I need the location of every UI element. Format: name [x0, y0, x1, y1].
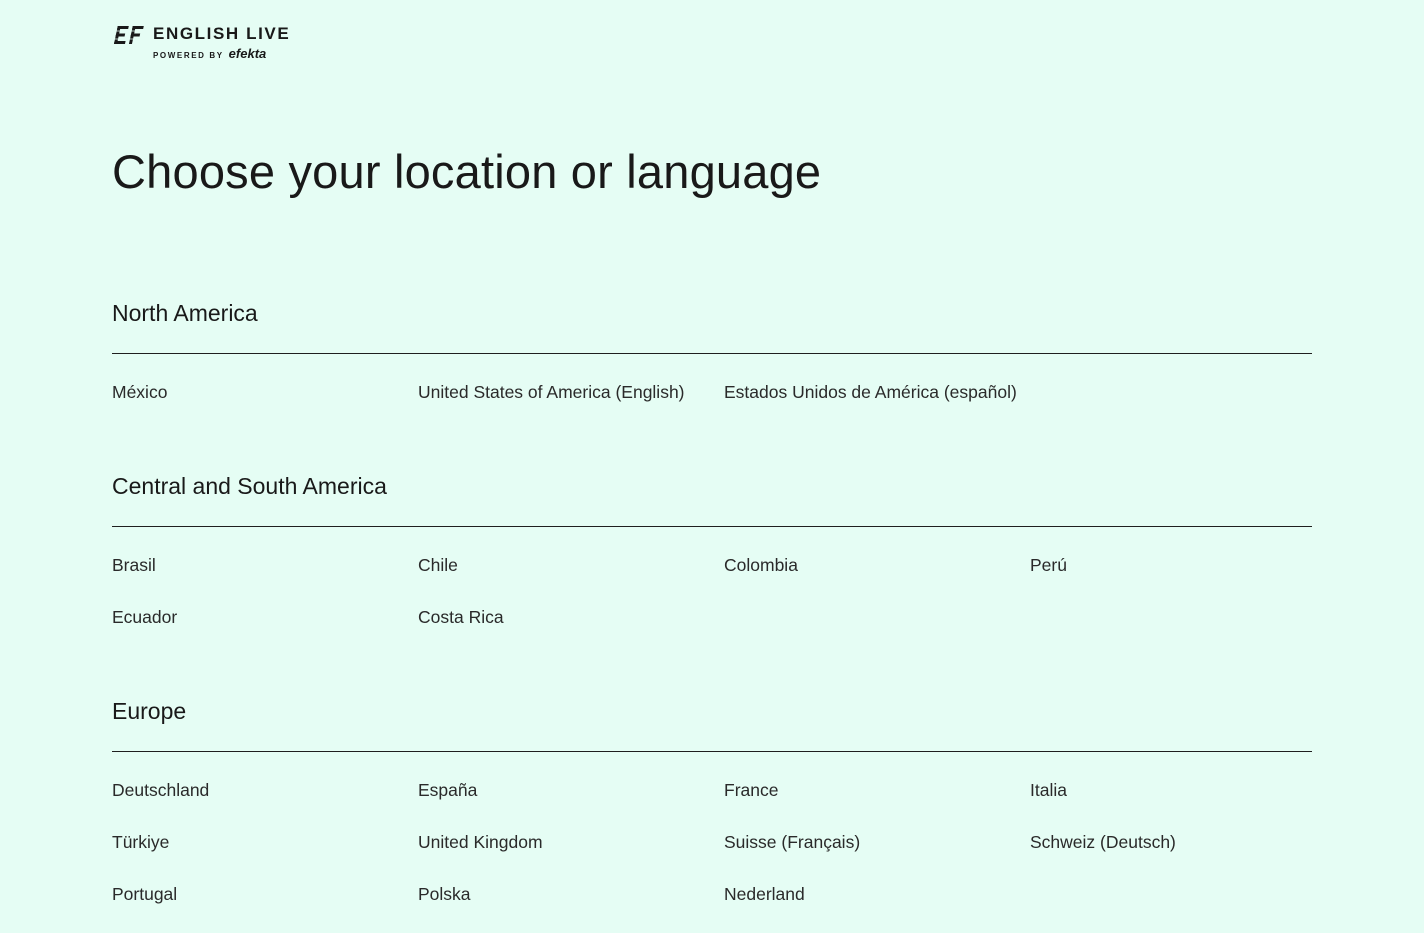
logo-title: ENGLISH LIVE	[153, 24, 291, 43]
location-link-costa-rica[interactable]: Costa Rica	[418, 606, 724, 628]
region-title: Europe	[112, 698, 187, 724]
location-link-united-kingdom[interactable]: United Kingdom	[418, 831, 724, 853]
location-link-polska[interactable]: Polska	[418, 883, 724, 905]
region-links: México United States of America (English…	[112, 381, 1312, 403]
region-divider	[112, 353, 1312, 354]
location-link-suisse-francais[interactable]: Suisse (Français)	[724, 831, 1030, 853]
logo-powered-by: POWERED BY efekta	[153, 46, 290, 61]
page: ENGLISH LIVE POWERED BY efekta Choose yo…	[0, 0, 1424, 933]
location-link-schweiz-deutsch[interactable]: Schweiz (Deutsch)	[1030, 831, 1312, 853]
location-link-espana[interactable]: España	[418, 779, 724, 801]
location-link-nederland[interactable]: Nederland	[724, 883, 1030, 905]
logo-text: ENGLISH LIVE POWERED BY efekta	[153, 24, 290, 61]
region-links: Deutschland España France Italia Türkiye…	[112, 779, 1312, 905]
location-link-deutschland[interactable]: Deutschland	[112, 779, 418, 801]
powered-by-label: POWERED BY	[153, 51, 224, 60]
location-link-italia[interactable]: Italia	[1030, 779, 1312, 801]
location-link-turkiye[interactable]: Türkiye	[112, 831, 418, 853]
region-north-america: North America México United States of Am…	[112, 298, 1312, 403]
location-link-brasil[interactable]: Brasil	[112, 554, 418, 576]
location-link-chile[interactable]: Chile	[418, 554, 724, 576]
location-link-ecuador[interactable]: Ecuador	[112, 606, 418, 628]
region-links: Brasil Chile Colombia Perú Ecuador Costa…	[112, 554, 1312, 628]
location-link-colombia[interactable]: Colombia	[724, 554, 1030, 576]
region-title: North America	[112, 300, 258, 326]
location-link-mexico[interactable]: México	[112, 381, 418, 403]
region-europe: Europe Deutschland España France Italia …	[112, 696, 1312, 905]
region-divider	[112, 751, 1312, 752]
region-central-south-america: Central and South America Brasil Chile C…	[112, 471, 1312, 628]
location-link-usa-english[interactable]: United States of America (English)	[418, 381, 724, 403]
location-link-usa-spanish[interactable]: Estados Unidos de América (español)	[724, 381, 1030, 403]
region-divider	[112, 526, 1312, 527]
location-link-peru[interactable]: Perú	[1030, 554, 1312, 576]
ef-logo-icon	[112, 26, 146, 44]
location-link-france[interactable]: France	[724, 779, 1030, 801]
location-link-portugal[interactable]: Portugal	[112, 883, 418, 905]
efekta-wordmark: efekta	[228, 46, 267, 61]
page-title: Choose your location or language	[112, 145, 822, 198]
region-title: Central and South America	[112, 473, 387, 499]
english-live-logo[interactable]: ENGLISH LIVE POWERED BY efekta	[112, 24, 290, 61]
